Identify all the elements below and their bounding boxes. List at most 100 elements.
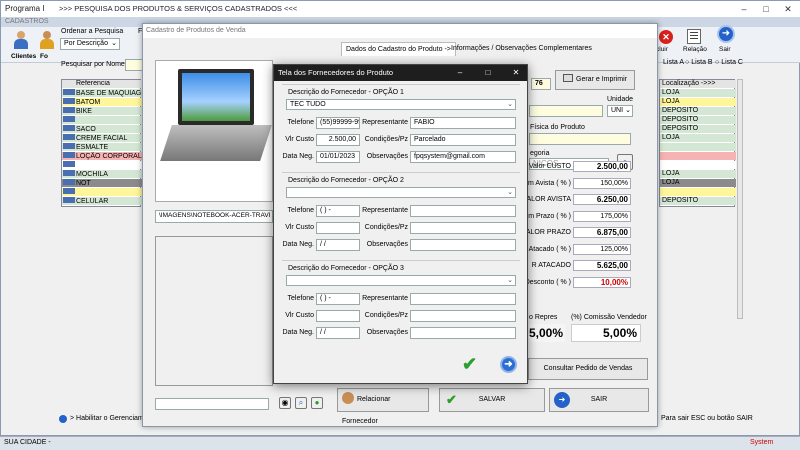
expand-icon[interactable] — [63, 116, 75, 122]
excluir-button[interactable]: ✕ cluir — [656, 29, 674, 55]
expand-icon[interactable] — [63, 107, 75, 113]
ok-arrow-icon[interactable]: ➜ — [500, 356, 517, 373]
condicoes-field[interactable] — [410, 222, 516, 234]
grid-row[interactable] — [62, 188, 142, 196]
expand-icon[interactable] — [63, 188, 75, 194]
location-row[interactable]: DEPOSITO — [660, 197, 736, 205]
location-row[interactable]: LOJA — [660, 89, 736, 97]
gerar-imprimir-button[interactable]: Gerar e Imprimir — [555, 70, 635, 90]
grid-row[interactable]: LOÇÃO CORPORAL — [62, 152, 142, 160]
location-row[interactable]: LOJA — [660, 179, 736, 187]
price-value[interactable]: 175,00% — [573, 210, 631, 222]
grid-row[interactable]: BASE DE MAQUIAGE — [62, 89, 142, 97]
radio-selected-icon[interactable] — [59, 415, 67, 423]
location-row[interactable] — [660, 188, 736, 196]
price-value[interactable]: 5.625,00 — [573, 260, 631, 271]
location-row[interactable] — [660, 152, 736, 160]
supplier-select[interactable]: ⌄ — [286, 275, 516, 286]
sair-button[interactable]: ➜ SAIR — [549, 388, 649, 412]
expand-icon[interactable] — [63, 161, 75, 167]
expand-icon[interactable] — [63, 179, 75, 185]
tab-informacoes[interactable]: Informações / Observações Complementares — [447, 42, 596, 56]
location-row[interactable]: DEPOSITO — [660, 116, 736, 124]
secondary-path-field[interactable] — [155, 398, 269, 410]
tab-cadastros[interactable]: CADASTROS — [5, 18, 49, 25]
location-row[interactable]: DEPOSITO — [660, 125, 736, 133]
data-neg-field[interactable]: 01/01/2023 — [316, 151, 360, 163]
vlr-custo-field[interactable]: 2.500,00 — [316, 134, 360, 146]
telefone-field[interactable]: ( ) - — [316, 293, 360, 305]
grid-row[interactable] — [62, 161, 142, 169]
grid-row[interactable]: MOCHILA — [62, 170, 142, 178]
description-field[interactable] — [529, 105, 603, 117]
salvar-button[interactable]: ✔ SALVAR — [439, 388, 545, 412]
maximize-icon[interactable]: □ — [755, 1, 777, 17]
grid-row[interactable] — [62, 116, 142, 124]
location-row[interactable]: LOJA — [660, 134, 736, 142]
grid-row[interactable]: CELULAR — [62, 197, 142, 205]
expand-icon[interactable] — [63, 134, 75, 140]
confirm-check-icon[interactable]: ✔ — [462, 355, 477, 373]
grid-row[interactable]: SACO — [62, 125, 142, 133]
representante-field[interactable] — [410, 293, 516, 305]
search-icon[interactable]: ⌕ — [295, 397, 307, 409]
maximize-icon[interactable]: □ — [480, 65, 496, 81]
consultar-pedido-button[interactable]: Consultar Pedido de Vendas — [528, 358, 648, 380]
location-row[interactable] — [660, 143, 736, 151]
expand-icon[interactable] — [63, 98, 75, 104]
grid-row[interactable]: BIKE — [62, 107, 142, 115]
expand-icon[interactable] — [63, 197, 75, 203]
expand-icon[interactable] — [63, 143, 75, 149]
telefone-field[interactable]: (55)99999-999 — [316, 117, 360, 129]
representante-field[interactable]: FABIO — [410, 117, 516, 129]
fisica-field[interactable] — [529, 133, 631, 145]
sair-main-button[interactable]: ➜ Sair — [715, 25, 737, 55]
observacoes-field[interactable] — [410, 239, 516, 251]
product-code-field[interactable]: 76 — [531, 78, 551, 90]
observacoes-field[interactable]: fpqsystem@gmail.com — [410, 151, 516, 163]
expand-icon[interactable] — [63, 152, 75, 158]
tab-dados-cadastro[interactable]: Dados do Cadastro do Produto -> — [341, 42, 456, 56]
clientes-button[interactable]: Clientes — [11, 31, 37, 60]
condicoes-field[interactable] — [410, 310, 516, 322]
minimize-icon[interactable]: – — [452, 65, 468, 81]
data-neg-field[interactable]: / / — [316, 327, 360, 339]
lista-a-option[interactable]: Lista A — [663, 59, 684, 66]
vlr-custo-field[interactable] — [316, 222, 360, 234]
fornecedores-button[interactable]: Fo — [39, 31, 57, 60]
lista-c-option[interactable]: ○ Lista C — [715, 59, 743, 66]
price-value[interactable]: 150,00% — [573, 177, 631, 189]
expand-icon[interactable] — [63, 89, 75, 95]
grid-row[interactable]: BATOM — [62, 98, 142, 106]
price-value[interactable]: 6.875,00 — [573, 227, 631, 238]
price-value[interactable]: 10,00% — [573, 276, 631, 288]
price-value[interactable]: 2.500,00 — [573, 161, 631, 172]
supplier-select[interactable]: ⌄ — [286, 187, 516, 198]
price-value[interactable]: 6.250,00 — [573, 194, 631, 205]
close-icon[interactable]: ✕ — [508, 65, 524, 81]
location-row[interactable]: LOJA — [660, 98, 736, 106]
green-circle-icon[interactable]: ● — [311, 397, 323, 409]
data-neg-field[interactable]: / / — [316, 239, 360, 251]
grid-row[interactable]: ESMALTE — [62, 143, 142, 151]
vlr-custo-field[interactable] — [316, 310, 360, 322]
minimize-icon[interactable]: – — [733, 1, 755, 17]
location-row[interactable]: LOJA — [660, 170, 736, 178]
unidade-select[interactable]: UNI ⌄ — [607, 105, 633, 117]
representante-field[interactable] — [410, 205, 516, 217]
supplier-select[interactable]: TEC TUDO ⌄ — [286, 99, 516, 110]
grid-row[interactable]: CREME FACIAL — [62, 134, 142, 142]
expand-icon[interactable] — [63, 125, 75, 131]
price-value[interactable]: 125,00% — [573, 243, 631, 255]
grid-row[interactable]: NOT — [62, 179, 142, 187]
location-row[interactable]: DEPOSITO — [660, 107, 736, 115]
close-icon[interactable]: ✕ — [777, 1, 799, 17]
condicoes-field[interactable]: Parcelado — [410, 134, 516, 146]
location-row[interactable] — [660, 161, 736, 169]
relacao-button[interactable]: Relação — [681, 29, 707, 55]
lista-b-option[interactable]: ○ Lista B — [685, 59, 713, 66]
image-path-field[interactable]: \IMAGENS\NOTEBOOK-ACER-TRAVI — [155, 210, 273, 223]
order-select[interactable]: Por Descrição ⌄ — [60, 38, 120, 50]
grid-scrollbar[interactable] — [737, 79, 743, 319]
camera-icon[interactable]: ◉ — [279, 397, 291, 409]
